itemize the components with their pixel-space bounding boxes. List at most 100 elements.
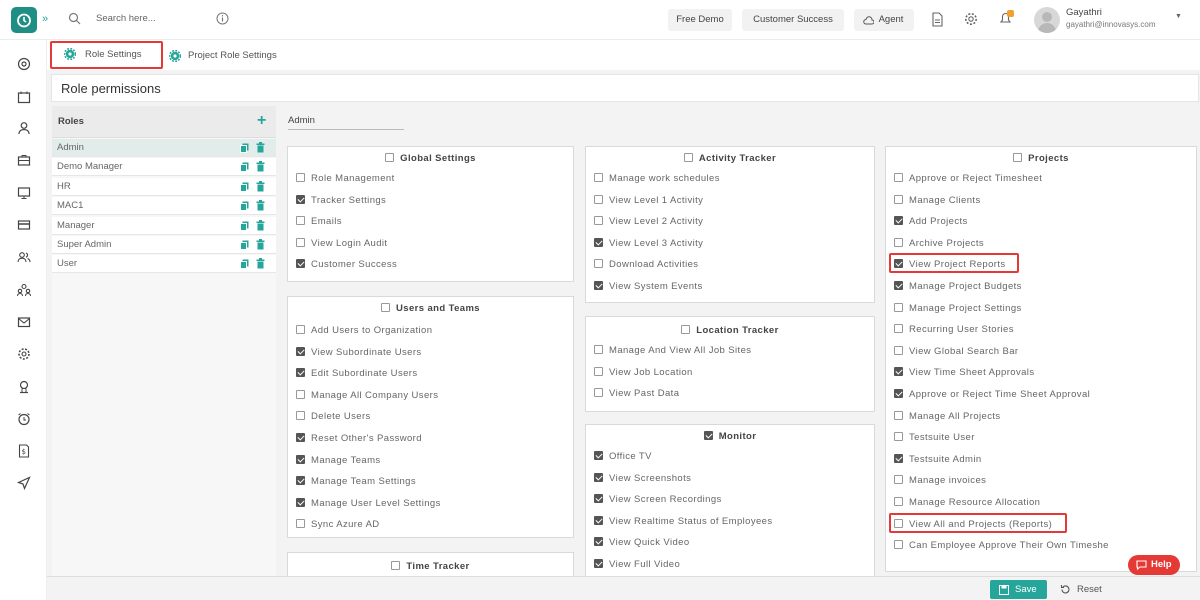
permission-item[interactable]: Manage All Company Users	[296, 389, 438, 401]
permission-checkbox[interactable]	[296, 389, 305, 399]
permission-checkbox[interactable]	[296, 476, 305, 486]
tab-project-role-settings[interactable]: Project Role Settings	[169, 45, 277, 67]
permission-item[interactable]: Testsuite Admin	[894, 453, 982, 465]
permission-item[interactable]: Recurring User Stories	[894, 324, 1014, 335]
permission-checkbox[interactable]	[296, 173, 305, 182]
permission-item[interactable]: Delete Users	[296, 411, 371, 422]
copy-icon[interactable]	[240, 221, 249, 231]
permission-item[interactable]: View Realtime Status of Employees	[594, 515, 773, 527]
role-row[interactable]: Admin	[52, 139, 276, 157]
app-logo[interactable]	[11, 7, 37, 33]
permission-item[interactable]: View Past Data	[594, 388, 679, 399]
permission-checkbox[interactable]	[296, 454, 305, 464]
permission-item[interactable]: View Time Sheet Approvals	[894, 367, 1034, 378]
permission-checkbox[interactable]	[894, 302, 903, 312]
permission-item[interactable]: Add Projects	[894, 216, 968, 227]
permission-item[interactable]: Archive Projects	[894, 237, 984, 249]
permission-checkbox[interactable]	[594, 388, 603, 398]
permission-checkbox[interactable]	[296, 325, 305, 334]
search-input[interactable]	[96, 13, 216, 24]
permission-item[interactable]: Manage invoices	[894, 475, 986, 486]
select-all-checkbox[interactable]	[1013, 153, 1023, 162]
role-row[interactable]: Demo Manager	[52, 158, 276, 177]
permission-item[interactable]: Approve or Reject Time Sheet Approval	[894, 389, 1090, 400]
permission-checkbox[interactable]	[594, 451, 603, 460]
permission-item[interactable]: View Login Audit	[296, 237, 387, 249]
select-all-checkbox[interactable]	[683, 153, 693, 162]
save-button[interactable]: Save	[990, 580, 1047, 599]
avatar[interactable]	[1034, 7, 1060, 33]
projects-section-title[interactable]: Projects	[886, 153, 1196, 164]
permission-item[interactable]: Add Users to Organization	[296, 325, 432, 336]
permission-checkbox[interactable]	[594, 259, 603, 269]
permission-item[interactable]: Manage Team Settings	[296, 476, 416, 487]
delete-icon[interactable]	[256, 200, 265, 211]
location-tracker-section-title[interactable]: Location Tracker	[586, 325, 874, 336]
permission-item[interactable]: Approve or Reject Timesheet	[894, 173, 1042, 184]
permission-item[interactable]: Manage Teams	[296, 454, 381, 466]
select-all-checkbox[interactable]	[681, 325, 691, 334]
permission-checkbox[interactable]	[894, 453, 903, 463]
permission-item[interactable]: Tracker Settings	[296, 194, 386, 206]
permission-checkbox[interactable]	[594, 173, 603, 182]
permission-item[interactable]: View Level 3 Activity	[594, 237, 703, 249]
permission-checkbox[interactable]	[296, 433, 305, 442]
permission-checkbox[interactable]	[296, 411, 305, 421]
permission-checkbox[interactable]	[894, 367, 903, 377]
delete-icon[interactable]	[256, 161, 265, 172]
alarm-icon[interactable]	[17, 412, 31, 426]
permission-checkbox[interactable]	[296, 237, 305, 247]
permission-item[interactable]: Manage User Level Settings	[296, 497, 441, 509]
permission-checkbox[interactable]	[594, 366, 603, 376]
permission-item[interactable]: Manage Clients	[894, 194, 981, 206]
permission-checkbox[interactable]	[594, 345, 603, 354]
card-icon[interactable]	[17, 218, 31, 232]
search-icon[interactable]	[68, 12, 81, 28]
permission-checkbox[interactable]	[594, 515, 603, 525]
permission-checkbox[interactable]	[894, 173, 903, 182]
briefcase-icon[interactable]	[17, 153, 31, 167]
permission-item[interactable]: Can Employee Approve Their Own Timeshe	[894, 540, 1109, 551]
permission-item[interactable]: Manage work schedules	[594, 173, 720, 184]
permission-item[interactable]: View System Events	[594, 281, 703, 292]
document-icon[interactable]	[931, 12, 944, 30]
notification-bell-icon[interactable]	[998, 10, 1014, 29]
invoice-icon[interactable]: $	[17, 444, 31, 458]
role-row[interactable]: Super Admin	[52, 236, 276, 254]
copy-icon[interactable]	[240, 143, 249, 153]
permission-checkbox[interactable]	[296, 519, 305, 529]
copy-icon[interactable]	[240, 259, 249, 270]
select-all-checkbox[interactable]	[391, 561, 401, 570]
activity-tracker-section-title[interactable]: Activity Tracker	[586, 153, 874, 164]
permission-item[interactable]: View Quick Video	[594, 537, 690, 548]
permission-checkbox[interactable]	[296, 346, 305, 356]
permission-item[interactable]: Download Activities	[594, 259, 698, 270]
delete-icon[interactable]	[256, 180, 265, 192]
role-row[interactable]: User	[52, 255, 276, 274]
team-icon[interactable]	[17, 283, 31, 297]
permission-checkbox[interactable]	[894, 345, 903, 355]
info-icon[interactable]	[216, 12, 229, 28]
permission-checkbox[interactable]	[894, 194, 903, 204]
copy-icon[interactable]	[240, 240, 249, 250]
permission-checkbox[interactable]	[296, 194, 305, 204]
permission-item[interactable]: Manage Project Budgets	[894, 281, 1022, 292]
users-icon[interactable]	[17, 250, 31, 264]
permission-checkbox[interactable]	[594, 216, 603, 226]
tab-role-settings[interactable]: Role Settings	[50, 41, 163, 69]
agent-button[interactable]: Agent	[854, 9, 914, 31]
users-and-teams-section-title[interactable]: Users and Teams	[288, 303, 573, 314]
calendar-icon[interactable]	[17, 90, 31, 104]
role-row[interactable]: MAC1	[52, 197, 276, 216]
send-icon[interactable]	[17, 476, 31, 490]
permission-item[interactable]: Manage And View All Job Sites	[594, 345, 751, 356]
permission-item[interactable]: Reset Other's Password	[296, 433, 422, 444]
permission-checkbox[interactable]	[594, 494, 603, 504]
role-row[interactable]: HR	[52, 177, 276, 196]
permission-item[interactable]: View Job Location	[594, 366, 693, 378]
delete-icon[interactable]	[256, 219, 265, 231]
select-all-checkbox[interactable]	[703, 431, 713, 440]
permission-item[interactable]: Manage All Projects	[894, 410, 1001, 422]
selected-role-field[interactable]: Admin	[288, 115, 404, 130]
permission-item[interactable]: View Screen Recordings	[594, 494, 722, 505]
